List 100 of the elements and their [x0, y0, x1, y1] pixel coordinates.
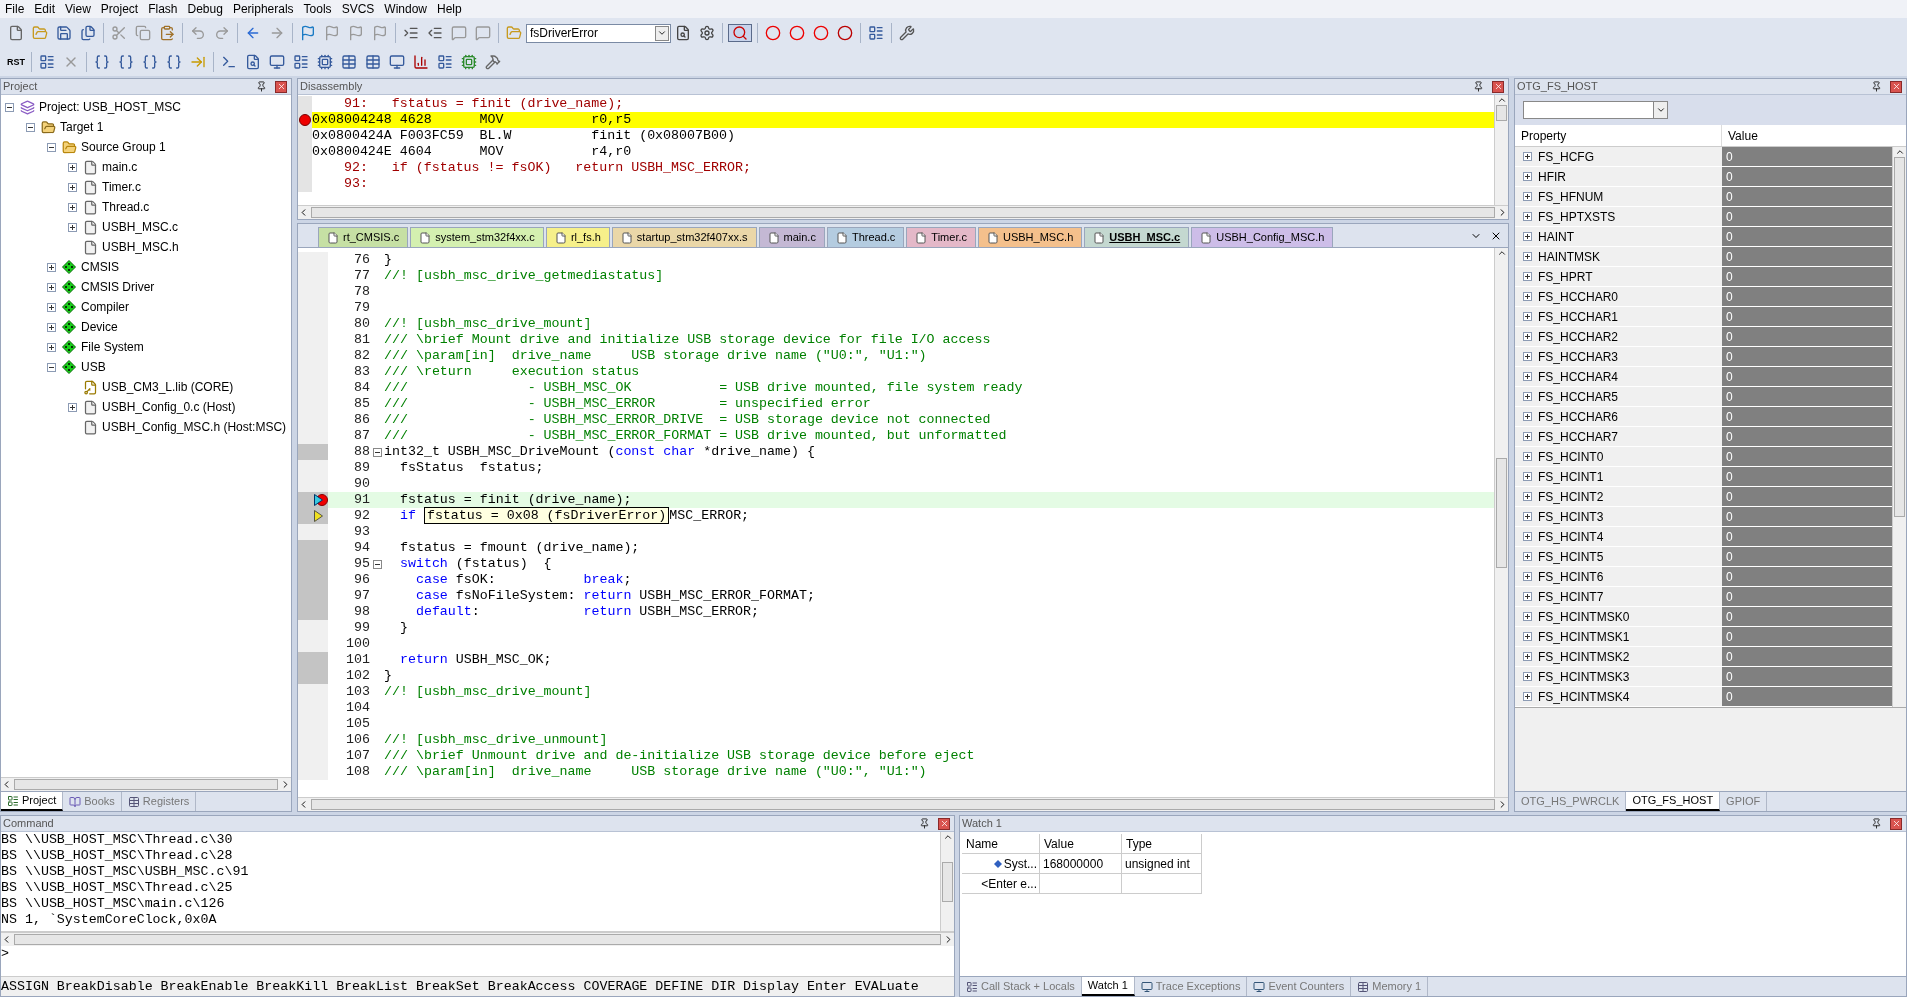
expand-toggle-icon[interactable] — [1523, 172, 1532, 181]
file-tab[interactable]: Thread.c — [826, 227, 905, 247]
expand-toggle-icon[interactable] — [68, 162, 77, 172]
scrollbar-thumb[interactable] — [1496, 105, 1507, 121]
collapse-toggle-icon[interactable] — [5, 102, 14, 112]
scroll-up-icon[interactable] — [942, 832, 953, 842]
table-icon[interactable] — [341, 54, 357, 70]
property-name[interactable]: FS_HCINT1 — [1538, 467, 1604, 486]
file-tab[interactable]: rl_fs.h — [545, 227, 610, 247]
menu-item[interactable]: SVCS — [336, 0, 380, 18]
expand-toggle-icon[interactable] — [1523, 572, 1532, 581]
circle-icon[interactable] — [837, 25, 853, 41]
new-file-icon[interactable] — [8, 25, 24, 41]
list-icon[interactable] — [293, 54, 309, 70]
indent-icon[interactable] — [403, 25, 419, 41]
circle-icon[interactable] — [813, 25, 829, 41]
braces-icon[interactable] — [142, 54, 158, 70]
expand-toggle-icon[interactable] — [47, 322, 56, 332]
expand-toggle-icon[interactable] — [1523, 392, 1532, 401]
expand-toggle-icon[interactable] — [68, 222, 77, 232]
property-name[interactable]: FS_HPRT — [1538, 267, 1593, 286]
expand-toggle-icon[interactable] — [47, 302, 56, 312]
vertical-scrollbar[interactable] — [1494, 95, 1508, 205]
menu-item[interactable]: Tools — [298, 0, 337, 18]
horizontal-scrollbar[interactable] — [298, 797, 1508, 811]
expand-toggle-icon[interactable] — [1523, 272, 1532, 281]
property-name[interactable]: HFIR — [1538, 167, 1566, 186]
horizontal-scrollbar[interactable] — [1, 777, 291, 791]
property-name[interactable]: FS_HCCHAR7 — [1538, 427, 1618, 446]
panel-tab[interactable]: Call Stack + Locals — [960, 977, 1082, 996]
file-search-icon[interactable] — [245, 54, 261, 70]
menu-item[interactable]: Window — [379, 0, 432, 18]
scrollbar-thumb[interactable] — [1496, 458, 1507, 568]
save-icon[interactable] — [56, 25, 72, 41]
file-tab[interactable]: rt_CMSIS.c — [318, 227, 409, 247]
menu-item[interactable]: Debug — [182, 0, 228, 18]
menu-item[interactable]: Project — [95, 0, 144, 18]
pin-icon[interactable] — [919, 818, 930, 829]
collapse-toggle-icon[interactable] — [26, 122, 35, 132]
property-name[interactable]: FS_HCCHAR3 — [1538, 347, 1618, 366]
pin-icon[interactable] — [1871, 81, 1882, 92]
reset-button[interactable]: RST — [4, 57, 28, 67]
chip-icon[interactable] — [317, 54, 333, 70]
expand-toggle-icon[interactable] — [47, 282, 56, 292]
tree-item[interactable]: USBH_Config_MSC.h (Host:MSC) — [102, 418, 287, 436]
pin-icon[interactable] — [256, 81, 267, 92]
property-name[interactable]: FS_HCINT5 — [1538, 547, 1604, 566]
file-tab[interactable]: Timer.c — [906, 227, 976, 247]
watch-name[interactable]: Syst... — [1003, 854, 1037, 873]
tree-item[interactable]: USB_CM3_L.lib (CORE) — [102, 378, 234, 396]
property-name[interactable]: FS_HCINT3 — [1538, 507, 1604, 526]
scroll-up-icon[interactable] — [1496, 248, 1507, 258]
menu-item[interactable]: Peripherals — [227, 0, 299, 18]
panel-tab[interactable]: Memory 1 — [1351, 977, 1429, 996]
file-tab[interactable]: main.c — [758, 227, 825, 247]
scroll-up-icon[interactable] — [1894, 147, 1905, 157]
expand-toggle-icon[interactable] — [1523, 632, 1532, 641]
list-icon[interactable] — [437, 54, 453, 70]
scroll-up-icon[interactable] — [1496, 95, 1507, 105]
close-icon[interactable] — [275, 80, 287, 93]
tree-item[interactable]: Device — [81, 318, 118, 336]
scrollbar-thumb[interactable] — [14, 934, 941, 945]
close-icon[interactable] — [938, 817, 950, 830]
panel-tab[interactable]: GPIOF — [1720, 792, 1768, 811]
horizontal-scrollbar[interactable] — [1, 932, 954, 946]
property-name[interactable]: FS_HCINTMSK3 — [1538, 667, 1630, 686]
expand-toggle-icon[interactable] — [1523, 532, 1532, 541]
panel-tab[interactable]: Registers — [121, 792, 197, 811]
property-name[interactable]: FS_HCINT2 — [1538, 487, 1604, 506]
watch-name[interactable]: <Enter e... — [981, 874, 1037, 893]
expand-toggle-icon[interactable] — [47, 342, 56, 352]
close-icon[interactable] — [1490, 230, 1502, 242]
close-icon[interactable] — [1890, 817, 1902, 830]
table-icon[interactable] — [365, 54, 381, 70]
expand-toggle-icon[interactable] — [1523, 312, 1532, 321]
save-all-icon[interactable] — [80, 25, 96, 41]
expand-toggle-icon[interactable] — [1523, 692, 1532, 701]
braces-icon[interactable] — [118, 54, 134, 70]
braces-icon[interactable] — [166, 54, 182, 70]
tree-item[interactable]: USBH_MSC.h — [102, 238, 179, 256]
pin-icon[interactable] — [1871, 818, 1882, 829]
expand-toggle-icon[interactable] — [68, 402, 77, 412]
property-name[interactable]: FS_HCCHAR4 — [1538, 367, 1618, 386]
expand-toggle-icon[interactable] — [1523, 672, 1532, 681]
panel-tab[interactable]: OTG_FS_HOST — [1626, 792, 1721, 811]
tree-item[interactable]: Target 1 — [60, 118, 104, 136]
command-prompt[interactable]: > — [1, 946, 9, 962]
vertical-scrollbar[interactable] — [1494, 248, 1508, 797]
menu-item[interactable]: Edit — [29, 0, 61, 18]
tree-item[interactable]: Timer.c — [102, 178, 141, 196]
scrollbar-thumb[interactable] — [942, 862, 953, 902]
list-icon[interactable] — [39, 54, 55, 70]
find-dropdown[interactable]: fsDriverError — [526, 23, 671, 43]
expand-toggle-icon[interactable] — [1523, 232, 1532, 241]
close-icon[interactable] — [1890, 80, 1902, 93]
tree-item[interactable]: Source Group 1 — [81, 138, 166, 156]
expand-toggle-icon[interactable] — [1523, 592, 1532, 601]
panel-tab[interactable]: Event Counters — [1247, 977, 1352, 996]
expand-toggle-icon[interactable] — [1523, 292, 1532, 301]
menu-item[interactable]: View — [60, 0, 96, 18]
